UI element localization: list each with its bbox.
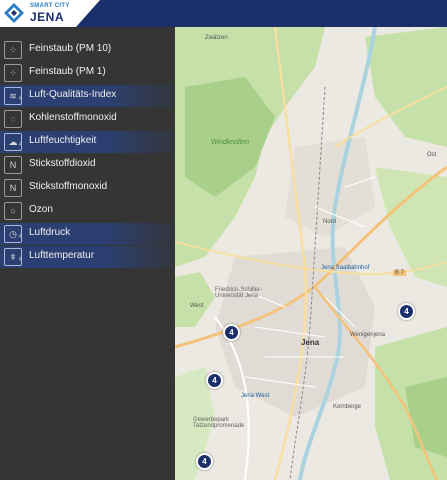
map-label-zwaetzen: Zwätzen	[205, 35, 228, 41]
sensor-cluster-marker[interactable]: 4	[398, 303, 415, 320]
map-label-kernberge: Kernberge	[333, 404, 362, 410]
sidebar-item-ozon[interactable]: ○ Ozon	[0, 200, 175, 222]
no2-icon: N	[4, 156, 22, 174]
ozone-icon: ○	[4, 202, 22, 220]
map-label-gewerbepark: Gewerbepark Tatzendpromenade	[193, 417, 245, 429]
map-label-jena-saalbahnhof: Jena Saalbahnhof	[321, 265, 370, 271]
sidebar-item-label: Stickstoffdioxid	[29, 158, 96, 169]
particulate-icon: ⁘	[4, 64, 22, 82]
sidebar-item-stickstoffmonoxid[interactable]: N Stickstoffmonoxid	[0, 177, 175, 199]
co-icon: ◌	[4, 110, 22, 128]
sensor-cluster-marker[interactable]: 4	[206, 372, 223, 389]
map-label-schiller: Friedrich-Schiller-Universität Jena	[215, 287, 263, 299]
sidebar-item-luftfeuchtigkeit[interactable]: ☁ 4 Luftfeuchtigkeit	[0, 131, 175, 153]
map-label-jena-west: Jena West	[241, 393, 270, 399]
sidebar-item-label: Luft-Qualitäts-Index	[29, 89, 117, 100]
map-label-ost: Ost	[427, 152, 437, 158]
sensor-count: 4	[18, 257, 22, 263]
map-label-b7: B 7	[393, 270, 407, 276]
map-tiles	[175, 27, 447, 480]
map-label-wenigenjena: Wenigenjena	[350, 332, 385, 338]
sidebar-item-label: Ozon	[29, 204, 53, 215]
sidebar-item-feinstaub-pm1[interactable]: ⁘ Feinstaub (PM 1)	[0, 62, 175, 84]
pressure-icon: ◷ 4	[4, 225, 22, 243]
sensor-cluster-marker[interactable]: 4	[223, 324, 240, 341]
sidebar-item-luftdruck[interactable]: ◷ 4 Luftdruck	[0, 223, 175, 245]
app-header: SMART CITY JENA	[0, 0, 447, 27]
thermometer-icon: ǂ4	[4, 248, 22, 266]
sidebar-item-label: Stickstoffmonoxid	[29, 181, 108, 192]
sensor-layer-sidebar: ⁘ Feinstaub (PM 10) ⁘ Feinstaub (PM 1) ≋…	[0, 27, 175, 480]
map-label-windknollen: Windknollen	[211, 139, 250, 146]
sensor-cluster-marker[interactable]: 4	[196, 453, 213, 470]
sidebar-item-label: Luftdruck	[29, 227, 71, 238]
sidebar-item-feinstaub-pm10[interactable]: ⁘ Feinstaub (PM 10)	[0, 39, 175, 61]
particulate-icon: ⁘	[4, 41, 22, 59]
sidebar-item-label: Luftfeuchtigkeit	[29, 135, 97, 146]
sidebar-item-stickstoffdioxid[interactable]: N Stickstoffdioxid	[0, 154, 175, 176]
map-label-nord: Nord	[323, 219, 337, 225]
no-icon: N	[4, 179, 22, 197]
sensor-count: 4	[18, 96, 22, 102]
logo-title: JENA	[30, 10, 65, 24]
map-label-jena: Jena	[301, 338, 320, 347]
sidebar-item-label: Feinstaub (PM 1)	[29, 66, 106, 77]
logo-subtitle: SMART CITY	[30, 3, 70, 9]
sidebar-item-luft-qualitaets-index[interactable]: ≋ 4 Luft-Qualitäts-Index	[0, 85, 175, 107]
sidebar-item-label: Kohlenstoffmonoxid	[29, 112, 117, 123]
logo[interactable]: SMART CITY JENA	[0, 0, 100, 27]
sensor-count: 4	[18, 234, 22, 240]
humidity-icon: ☁ 4	[4, 133, 22, 151]
sensor-count: 4	[18, 142, 22, 148]
city-map[interactable]: Windknollen Nord West Jena Wenigenjena J…	[175, 27, 447, 480]
sidebar-item-label: Lufttemperatur	[29, 250, 95, 261]
sidebar-item-kohlenstoffmonoxid[interactable]: ◌ Kohlenstoffmonoxid	[0, 108, 175, 130]
air-quality-icon: ≋ 4	[4, 87, 22, 105]
sidebar-item-lufttemperatur[interactable]: ǂ4 Lufttemperatur	[0, 246, 175, 268]
map-label-west: West	[190, 303, 204, 309]
smart-city-logo-icon	[4, 3, 24, 23]
sidebar-item-label: Feinstaub (PM 10)	[29, 43, 112, 54]
